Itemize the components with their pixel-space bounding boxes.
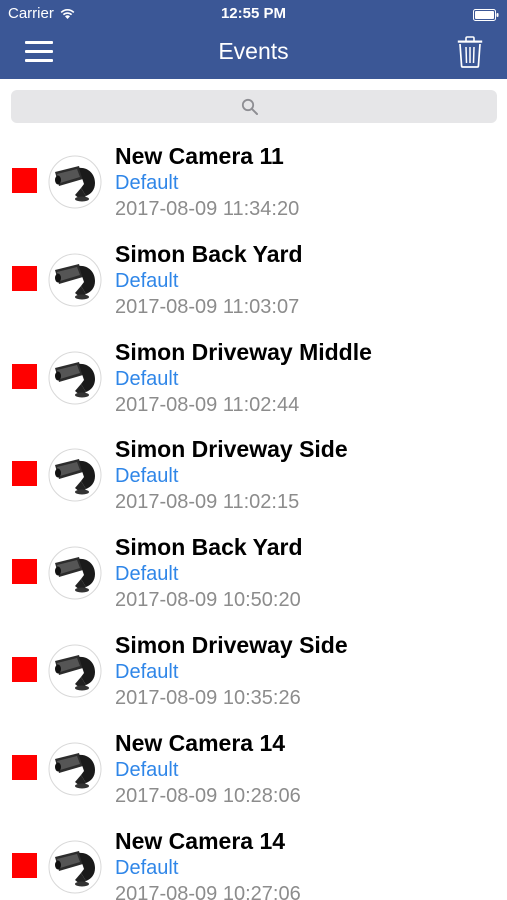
event-timestamp: 2017-08-09 11:34:20: [115, 198, 300, 220]
event-group-label: Default: [115, 172, 179, 194]
status-bar: Carrier 12:55 PM: [0, 0, 507, 28]
event-row[interactable]: New Camera 14 Default 2017-08-09 10:28:0…: [0, 720, 507, 818]
camera-icon: [48, 448, 102, 502]
event-timestamp: 2017-08-09 10:50:20: [115, 589, 301, 612]
event-camera-name: Simon Driveway Side: [115, 436, 348, 463]
event-status-indicator: [12, 754, 37, 780]
event-row[interactable]: New Camera 14 Default 2017-08-09 10:27:0…: [0, 818, 507, 900]
event-list: New Camera 11 Default 2017-08-09 11:34:2…: [0, 133, 507, 900]
event-camera-name: Simon Driveway Side: [115, 631, 348, 658]
status-time: 12:55 PM: [220, 5, 287, 22]
event-camera-name: Simon Back Yard: [115, 534, 303, 561]
camera-icon: [48, 351, 102, 405]
trash-icon: [457, 36, 483, 68]
event-camera-name: Simon Back Yard: [115, 240, 303, 267]
event-row[interactable]: Simon Back Yard Default 2017-08-09 11:03…: [0, 231, 507, 329]
event-timestamp: 2017-08-09 10:35:26: [115, 686, 301, 709]
battery-icon: [473, 8, 499, 21]
event-row[interactable]: New Camera 11 Default 2017-08-09 11:34:2…: [0, 133, 507, 231]
camera-icon: [48, 644, 102, 698]
event-group-label: Default: [115, 856, 179, 879]
camera-icon: [48, 155, 102, 209]
event-timestamp: 2017-08-09 11:03:07: [115, 295, 300, 318]
event-row[interactable]: Simon Driveway Middle Default 2017-08-09…: [0, 329, 507, 427]
event-camera-name: New Camera 14: [115, 827, 286, 854]
event-group-label: Default: [115, 660, 179, 683]
header: Carrier 12:55 PM Events: [0, 0, 507, 79]
event-status-indicator: [12, 363, 37, 389]
camera-icon: [48, 546, 102, 600]
event-group-label: Default: [115, 758, 179, 781]
event-status-indicator: [12, 168, 37, 193]
page-title: Events: [218, 38, 289, 64]
camera-icon: [48, 840, 102, 894]
event-status-indicator: [12, 265, 37, 291]
event-status-indicator: [12, 559, 37, 585]
event-row[interactable]: Simon Driveway Side Default 2017-08-09 1…: [0, 622, 507, 720]
event-timestamp: 2017-08-09 11:02:15: [115, 491, 300, 514]
search-bar: [0, 79, 507, 131]
event-camera-name: Simon Driveway Middle: [115, 338, 372, 365]
event-timestamp: 2017-08-09 10:28:06: [115, 784, 301, 807]
event-camera-name: New Camera 14: [115, 729, 286, 756]
navigation-bar: Events: [0, 28, 507, 79]
event-group-label: Default: [115, 269, 179, 292]
event-group-label: Default: [115, 367, 179, 390]
event-status-indicator: [12, 461, 37, 487]
event-timestamp: 2017-08-09 10:27:06: [115, 882, 301, 900]
events-screen: Carrier 12:55 PM Events New Camera 11 De…: [0, 0, 507, 900]
event-row[interactable]: Simon Driveway Side Default 2017-08-09 1…: [0, 426, 507, 524]
event-timestamp: 2017-08-09 11:02:44: [115, 393, 300, 416]
camera-icon: [48, 253, 102, 307]
trash-button[interactable]: [457, 36, 483, 68]
search-input[interactable]: [11, 90, 497, 123]
event-group-label: Default: [115, 465, 179, 488]
event-camera-name: New Camera 11: [115, 143, 284, 169]
event-row[interactable]: Simon Back Yard Default 2017-08-09 10:50…: [0, 524, 507, 622]
camera-icon: [48, 742, 102, 796]
event-status-indicator: [12, 656, 37, 682]
event-status-indicator: [12, 852, 37, 878]
event-group-label: Default: [115, 563, 179, 586]
